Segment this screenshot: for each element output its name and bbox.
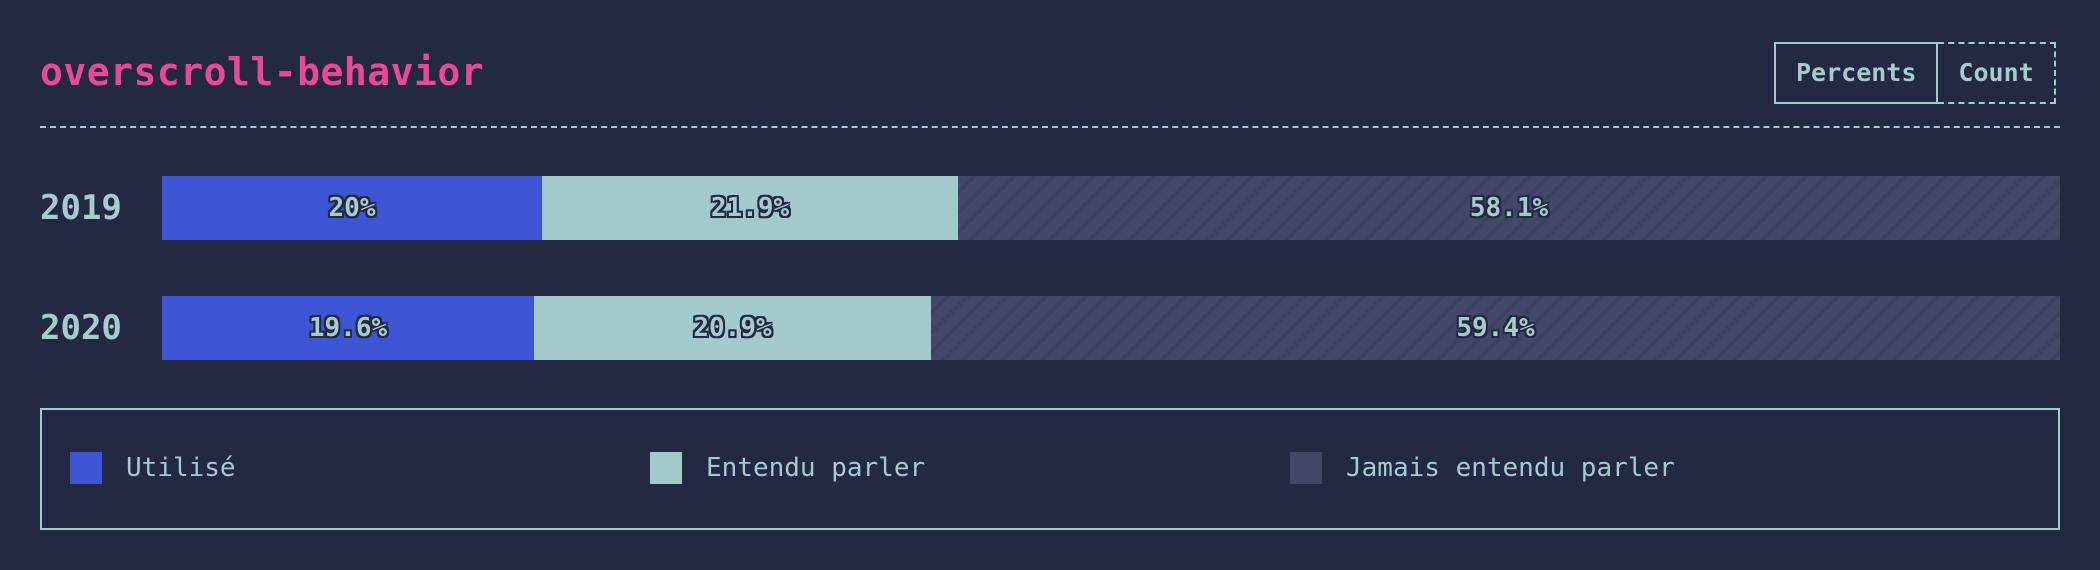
row-label-2020: 2020 (40, 308, 122, 348)
bar-row-2020: 19.6% 20.9% 59.4% (162, 296, 2060, 360)
legend-item-used[interactable]: Utilisé (70, 452, 236, 484)
bar-segment-2019-s2[interactable]: 58.1% (958, 176, 2060, 240)
row-label-2019: 2019 (40, 188, 122, 228)
bar-segment-2019-s0[interactable]: 20% (162, 176, 542, 240)
legend-swatch-used (70, 452, 102, 484)
bar-segment-2020-s1[interactable]: 20.9% (534, 296, 931, 360)
legend-item-never[interactable]: Jamais entendu parler (1290, 452, 1675, 484)
legend-item-heard[interactable]: Entendu parler (650, 452, 925, 484)
header-divider (40, 126, 2060, 128)
legend-swatch-never (1290, 452, 1322, 484)
legend: Utilisé Entendu parler Jamais entendu pa… (40, 408, 2060, 530)
legend-label-never: Jamais entendu parler (1346, 453, 1675, 483)
percents-button[interactable]: Percents (1774, 42, 1939, 104)
count-button[interactable]: Count (1938, 42, 2056, 104)
bar-row-2019: 20% 21.9% 58.1% (162, 176, 2060, 240)
unit-toggle: Percents Count (1774, 42, 2056, 104)
bar-segment-2020-s2[interactable]: 59.4% (931, 296, 2060, 360)
bar-segment-2019-s1[interactable]: 21.9% (542, 176, 958, 240)
legend-label-used: Utilisé (126, 453, 236, 483)
legend-swatch-heard (650, 452, 682, 484)
legend-label-heard: Entendu parler (706, 453, 926, 483)
chart-title: overscroll-behavior (40, 50, 485, 94)
bar-segment-2020-s0[interactable]: 19.6% (162, 296, 534, 360)
